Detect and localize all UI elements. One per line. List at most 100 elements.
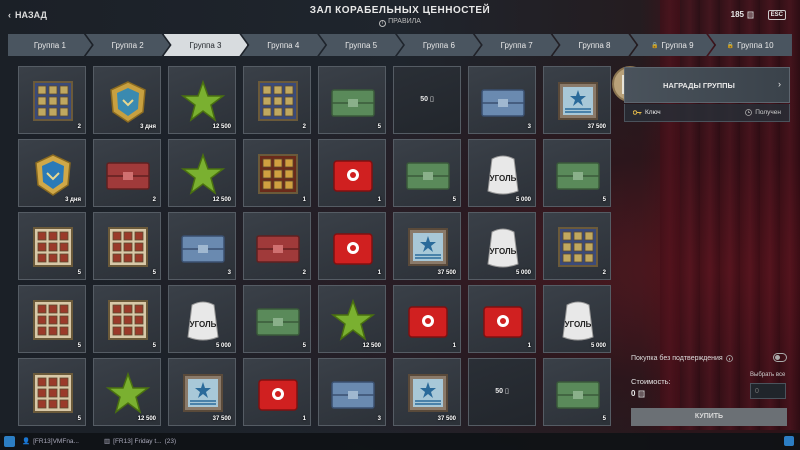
reward-cell[interactable]: 3 дня xyxy=(18,139,86,207)
tab-label: Группа 1 xyxy=(33,40,66,50)
tab-group-3[interactable]: Группа 3 xyxy=(164,34,248,56)
reward-cell[interactable]: 12 500 xyxy=(168,139,236,207)
select-all-link[interactable]: Выбрать все xyxy=(750,372,785,378)
reward-cell[interactable]: 3 xyxy=(168,212,236,280)
red-barrel-crate-icon xyxy=(333,160,373,192)
tab-label: Группа 2 xyxy=(111,40,144,50)
reward-cell[interactable]: 1 xyxy=(468,285,536,353)
reward-quantity: 5 xyxy=(602,197,606,203)
reward-cell[interactable]: 5 xyxy=(93,285,161,353)
reward-cell[interactable]: 5 xyxy=(18,212,86,280)
tab-group-7[interactable]: Группа 7 xyxy=(475,34,559,56)
coal-sack-icon: УГОЛЬ xyxy=(487,155,519,195)
reward-cell[interactable]: 2 xyxy=(93,139,161,207)
reward-cell[interactable]: 5 xyxy=(93,212,161,280)
doubloon-amount-value: 50 xyxy=(420,96,428,103)
reward-cell[interactable]: 37 500 xyxy=(168,358,236,426)
reward-cell[interactable]: 37 500 xyxy=(393,358,461,426)
reward-cell[interactable]: 2 xyxy=(543,212,611,280)
reward-cell[interactable]: 5 xyxy=(18,285,86,353)
tab-group-4[interactable]: Группа 4 xyxy=(241,34,325,56)
reward-cell[interactable]: 2 xyxy=(243,66,311,134)
key-status-row: Ключ Получен xyxy=(624,104,790,122)
green-crate-icon xyxy=(556,162,600,190)
doubloon-icon xyxy=(747,11,754,18)
beige-container-icon xyxy=(33,227,73,267)
red-crate-icon xyxy=(106,162,150,190)
reward-cell[interactable]: 5 xyxy=(543,358,611,426)
reward-cell[interactable]: 1 xyxy=(243,358,311,426)
quantity-input[interactable] xyxy=(750,383,786,399)
green-star-icon xyxy=(180,79,226,122)
chat-channel-1[interactable]: 👤 [FR13]VMFna... xyxy=(22,437,79,446)
red-barrel-crate-icon xyxy=(333,233,373,265)
reward-cell[interactable]: 3 дня xyxy=(93,66,161,134)
group-tabs: Группа 1 Группа 2 Группа 3 Группа 4 Группа 5… xyxy=(8,34,792,56)
user-icon: 👤 xyxy=(22,438,31,445)
green-star-icon xyxy=(180,152,226,195)
reward-quantity: 1 xyxy=(302,197,306,203)
reward-cell[interactable]: 50 ▯ xyxy=(468,358,536,426)
reward-cell[interactable]: 3 xyxy=(318,358,386,426)
reward-cell[interactable]: 5 xyxy=(393,139,461,207)
tab-group-5[interactable]: Группа 5 xyxy=(319,34,403,56)
reward-cell[interactable]: 5 xyxy=(243,285,311,353)
tab-group-8[interactable]: Группа 8 xyxy=(553,34,637,56)
tab-group-6[interactable]: Группа 6 xyxy=(397,34,481,56)
reward-cell[interactable]: УГОЛЬ 5 000 xyxy=(468,139,536,207)
tab-group-2[interactable]: Группа 2 xyxy=(86,34,170,56)
reward-cell[interactable]: 2 xyxy=(18,66,86,134)
blue-container-icon xyxy=(558,227,598,267)
svg-text:УГОЛЬ: УГОЛЬ xyxy=(490,174,517,183)
red-barrel-crate-icon xyxy=(408,306,448,338)
beige-container-icon xyxy=(108,300,148,340)
reward-cell[interactable]: 5 xyxy=(318,66,386,134)
lock-icon: 🔒 xyxy=(726,42,735,49)
tab-label: Группа 7 xyxy=(500,40,533,50)
reward-cell[interactable]: 12 500 xyxy=(318,285,386,353)
tab-group-1[interactable]: Группа 1 xyxy=(8,34,92,56)
reward-cell[interactable]: УГОЛЬ 5 000 xyxy=(468,212,536,280)
reward-quantity: 1 xyxy=(302,416,306,422)
rules-link[interactable]: i ПРАВИЛА xyxy=(0,18,800,27)
chat-icon[interactable] xyxy=(4,436,15,447)
reward-quantity: 5 xyxy=(302,343,306,349)
reward-cell[interactable]: 1 xyxy=(318,139,386,207)
group-rewards-button[interactable]: НАГРАДЫ ГРУППЫ › xyxy=(624,67,790,103)
reward-cell[interactable]: 2 xyxy=(243,212,311,280)
reward-cell[interactable]: УГОЛЬ 5 000 xyxy=(543,285,611,353)
received-status: Получен xyxy=(745,109,781,116)
reward-quantity: 5 xyxy=(452,197,456,203)
reward-cell[interactable]: 1 xyxy=(243,139,311,207)
reward-cell[interactable]: 1 xyxy=(318,212,386,280)
notifications-icon[interactable] xyxy=(784,436,794,446)
reward-cell[interactable]: 37 500 xyxy=(393,212,461,280)
reward-cell[interactable]: 3 xyxy=(468,66,536,134)
reward-quantity: 5 xyxy=(77,270,81,276)
red-barrel-crate-icon xyxy=(258,379,298,411)
chat-channel-2[interactable]: ▥ [FR13] Friday t... (23) xyxy=(104,437,176,446)
red-barrel-crate-icon xyxy=(483,306,523,338)
reward-cell[interactable]: УГОЛЬ 5 000 xyxy=(168,285,236,353)
reward-quantity: 5 xyxy=(377,124,381,130)
blue-container-icon xyxy=(33,81,73,121)
tab-label: Группа 10 xyxy=(737,40,774,50)
blue-crate-icon xyxy=(181,235,225,263)
rules-label: ПРАВИЛА xyxy=(388,18,421,25)
tab-group-10[interactable]: 🔒 Группа 10 xyxy=(708,34,792,56)
reward-cell[interactable]: 37 500 xyxy=(543,66,611,134)
group-rewards-label: НАГРАДЫ ГРУППЫ xyxy=(663,81,735,90)
no-confirm-toggle[interactable] xyxy=(773,353,787,362)
reward-cell[interactable]: 50 ▯ xyxy=(393,66,461,134)
reward-quantity: 1 xyxy=(452,343,456,349)
tab-group-9[interactable]: 🔒 Группа 9 xyxy=(630,34,714,56)
reward-cell[interactable]: 12 500 xyxy=(168,66,236,134)
reward-cell[interactable]: 1 xyxy=(393,285,461,353)
reward-cell[interactable]: 5 xyxy=(18,358,86,426)
esc-button[interactable]: ESC xyxy=(767,10,786,20)
buy-button[interactable]: КУПИТЬ xyxy=(631,408,787,426)
green-crate-icon xyxy=(256,308,300,336)
reward-cell[interactable]: 5 xyxy=(543,139,611,207)
reward-cell[interactable]: 12 500 xyxy=(93,358,161,426)
reward-quantity: 5 000 xyxy=(515,197,531,203)
